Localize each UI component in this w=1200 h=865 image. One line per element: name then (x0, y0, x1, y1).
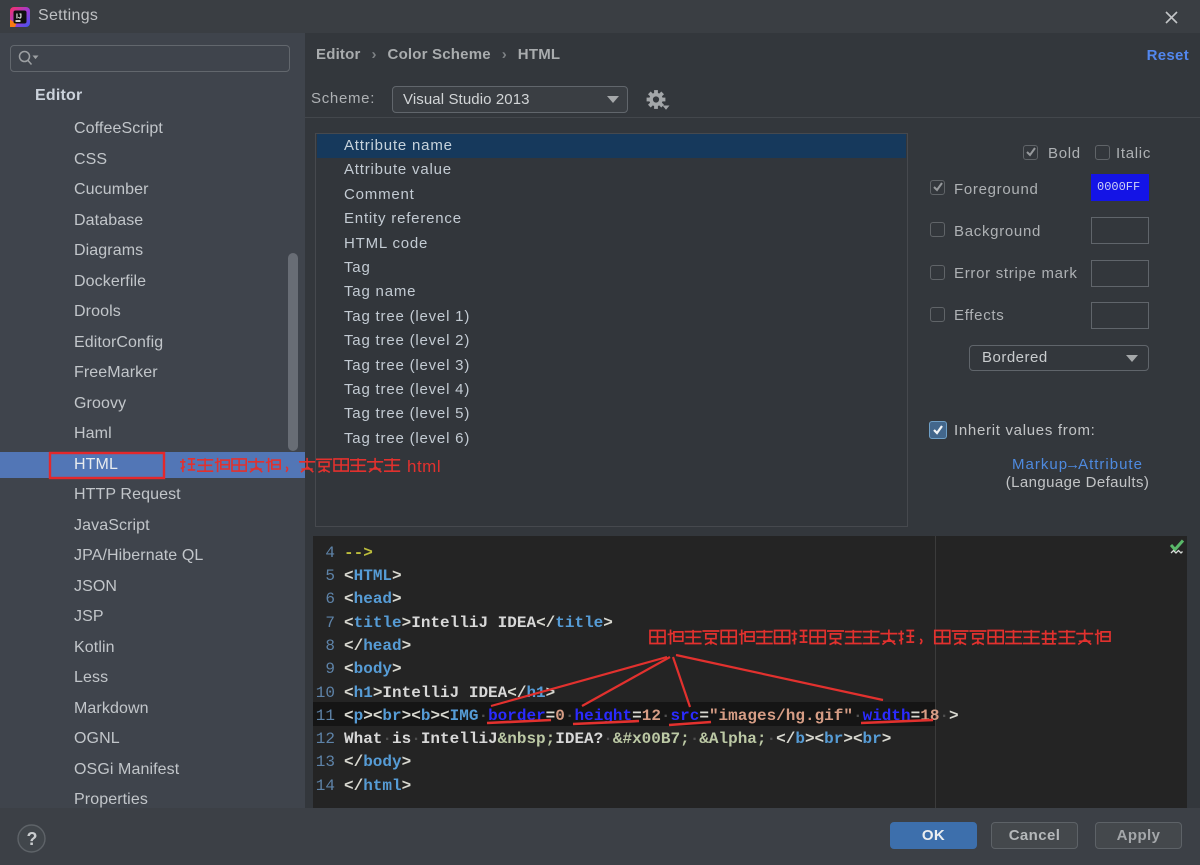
svg-text:html: html (407, 457, 441, 476)
